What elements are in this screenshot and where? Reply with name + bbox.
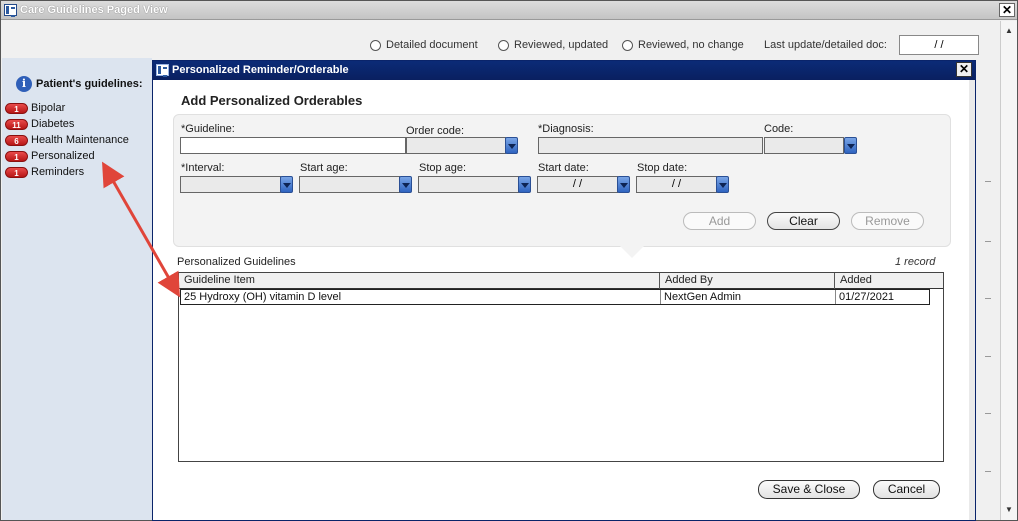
guideline-label: Bipolar — [31, 102, 66, 114]
background-divider — [985, 471, 991, 472]
remove-button[interactable]: Remove — [851, 212, 924, 230]
interval-label: *Interval: — [181, 162, 225, 174]
dropdown-arrow-icon[interactable] — [844, 137, 857, 154]
guideline-item-reminders[interactable]: 1 Reminders — [5, 164, 129, 180]
background-divider — [985, 181, 991, 182]
count-badge: 1 — [5, 150, 28, 162]
guidelines-header: i Patient's guidelines: — [16, 76, 143, 92]
callout-notch — [620, 246, 644, 258]
info-icon: i — [16, 76, 32, 92]
guideline-label: Reminders — [31, 166, 85, 178]
radio-button-icon[interactable] — [370, 39, 381, 51]
modal-close-button[interactable]: ✕ — [956, 62, 972, 77]
table-row[interactable]: 25 Hydroxy (OH) vitamin D level NextGen … — [180, 289, 930, 305]
code-label: Code: — [764, 123, 794, 135]
guideline-item-health-maintenance[interactable]: 6 Health Maintenance — [5, 132, 129, 148]
modal-titlebar: Personalized Reminder/Orderable ✕ — [153, 61, 975, 80]
personalized-reminder-dialog: Personalized Reminder/Orderable ✕ Add Pe… — [152, 60, 976, 521]
count-badge: 11 — [5, 118, 28, 130]
start-age-label: Start age: — [300, 162, 348, 174]
count-badge: 6 — [5, 134, 28, 146]
guideline-label: Health Maintenance — [31, 134, 129, 146]
radio-detailed-document[interactable]: Detailed document — [370, 39, 478, 51]
calendar-dropdown-icon[interactable] — [617, 176, 630, 193]
diagnosis-label: *Diagnosis: — [538, 123, 594, 135]
stop-date-label: Stop date: — [637, 162, 688, 174]
guideline-list: 1 Bipolar 11 Diabetes 6 Health Maintenan… — [5, 100, 129, 180]
record-count: 1 record — [895, 256, 936, 268]
guidelines-sidebar: i Patient's guidelines: 1 Bipolar 11 Dia… — [2, 58, 152, 520]
dropdown-arrow-icon[interactable] — [280, 176, 293, 193]
stop-age-label: Stop age: — [419, 162, 467, 174]
background-divider — [985, 241, 991, 242]
column-header-guideline-item[interactable]: Guideline Item — [179, 273, 660, 289]
guideline-label: *Guideline: — [181, 123, 235, 135]
guideline-item-bipolar[interactable]: 1 Bipolar — [5, 100, 129, 116]
guideline-label: Personalized — [31, 150, 95, 162]
background-divider — [985, 356, 991, 357]
radio-label: Reviewed, no change — [638, 39, 744, 51]
radio-reviewed-no-change[interactable]: Reviewed, no change — [622, 39, 744, 51]
guideline-item-personalized[interactable]: 1 Personalized — [5, 148, 129, 164]
clear-button[interactable]: Clear — [767, 212, 840, 230]
radio-reviewed-updated[interactable]: Reviewed, updated — [498, 39, 608, 51]
document-status-toolbar: Detailed document Reviewed, updated Revi… — [2, 21, 1002, 58]
cell-guideline-item: 25 Hydroxy (OH) vitamin D level — [181, 290, 661, 304]
guideline-label: Diabetes — [31, 118, 75, 130]
column-header-added-by[interactable]: Added By — [660, 273, 835, 289]
background-divider — [985, 298, 991, 299]
save-close-button[interactable]: Save & Close — [758, 480, 860, 499]
radio-label: Reviewed, updated — [514, 39, 609, 51]
radio-button-icon[interactable] — [498, 39, 509, 51]
outer-close-button[interactable]: ✕ — [999, 3, 1015, 17]
count-badge: 1 — [5, 166, 28, 178]
grid-header: Guideline Item Added By Added — [179, 273, 943, 289]
start-date-value: / / — [572, 178, 583, 190]
code-combo[interactable] — [764, 137, 857, 154]
start-age-combo[interactable] — [299, 176, 412, 193]
outer-window-title: Care Guidelines Paged View — [20, 4, 168, 16]
calendar-dropdown-icon[interactable] — [716, 176, 729, 193]
cell-added: 01/27/2021 — [839, 291, 895, 303]
start-date-field[interactable]: / / — [537, 176, 630, 193]
column-header-added[interactable]: Added — [835, 273, 943, 289]
count-badge: 1 — [5, 102, 28, 114]
outer-vertical-scrollbar[interactable]: ▲ ▼ — [1000, 21, 1017, 520]
start-date-label: Start date: — [538, 162, 589, 174]
personalized-guidelines-grid: Guideline Item Added By Added 25 Hydroxy… — [178, 272, 944, 462]
stop-date-field[interactable]: / / — [636, 176, 729, 193]
order-code-combo[interactable] — [406, 137, 518, 154]
outer-titlebar: Care Guidelines Paged View ✕ — [1, 1, 1017, 20]
stop-age-combo[interactable] — [418, 176, 531, 193]
guideline-input[interactable] — [180, 137, 406, 154]
background-divider — [985, 413, 991, 414]
scroll-up-arrow-icon[interactable]: ▲ — [1003, 25, 1015, 37]
diagnosis-input[interactable] — [538, 137, 763, 154]
radio-button-icon[interactable] — [622, 39, 633, 51]
dropdown-arrow-icon[interactable] — [399, 176, 412, 193]
section-title: Add Personalized Orderables — [181, 93, 363, 108]
dropdown-arrow-icon[interactable] — [518, 176, 531, 193]
orderable-form-panel: *Guideline: Order code: *Diagnosis: Code… — [173, 114, 951, 247]
guidelines-title: Patient's guidelines: — [36, 78, 143, 90]
stop-date-value: / / — [671, 178, 682, 190]
dropdown-arrow-icon[interactable] — [505, 137, 518, 154]
cell-added-by: NextGen Admin — [661, 290, 836, 304]
cancel-button[interactable]: Cancel — [873, 480, 940, 499]
modal-side-border — [969, 80, 975, 520]
interval-combo[interactable] — [180, 176, 293, 193]
scroll-down-arrow-icon[interactable]: ▼ — [1003, 504, 1015, 516]
add-button[interactable]: Add — [683, 212, 756, 230]
last-update-label: Last update/detailed doc: — [764, 39, 887, 51]
order-code-label: Order code: — [406, 125, 465, 137]
grid-caption: Personalized Guidelines — [177, 256, 296, 268]
window-icon — [4, 4, 17, 17]
modal-title: Personalized Reminder/Orderable — [172, 64, 349, 76]
guideline-item-diabetes[interactable]: 11 Diabetes — [5, 116, 129, 132]
window-icon — [156, 64, 169, 77]
radio-label: Detailed document — [386, 39, 478, 51]
last-update-date-field[interactable]: / / — [899, 35, 979, 55]
